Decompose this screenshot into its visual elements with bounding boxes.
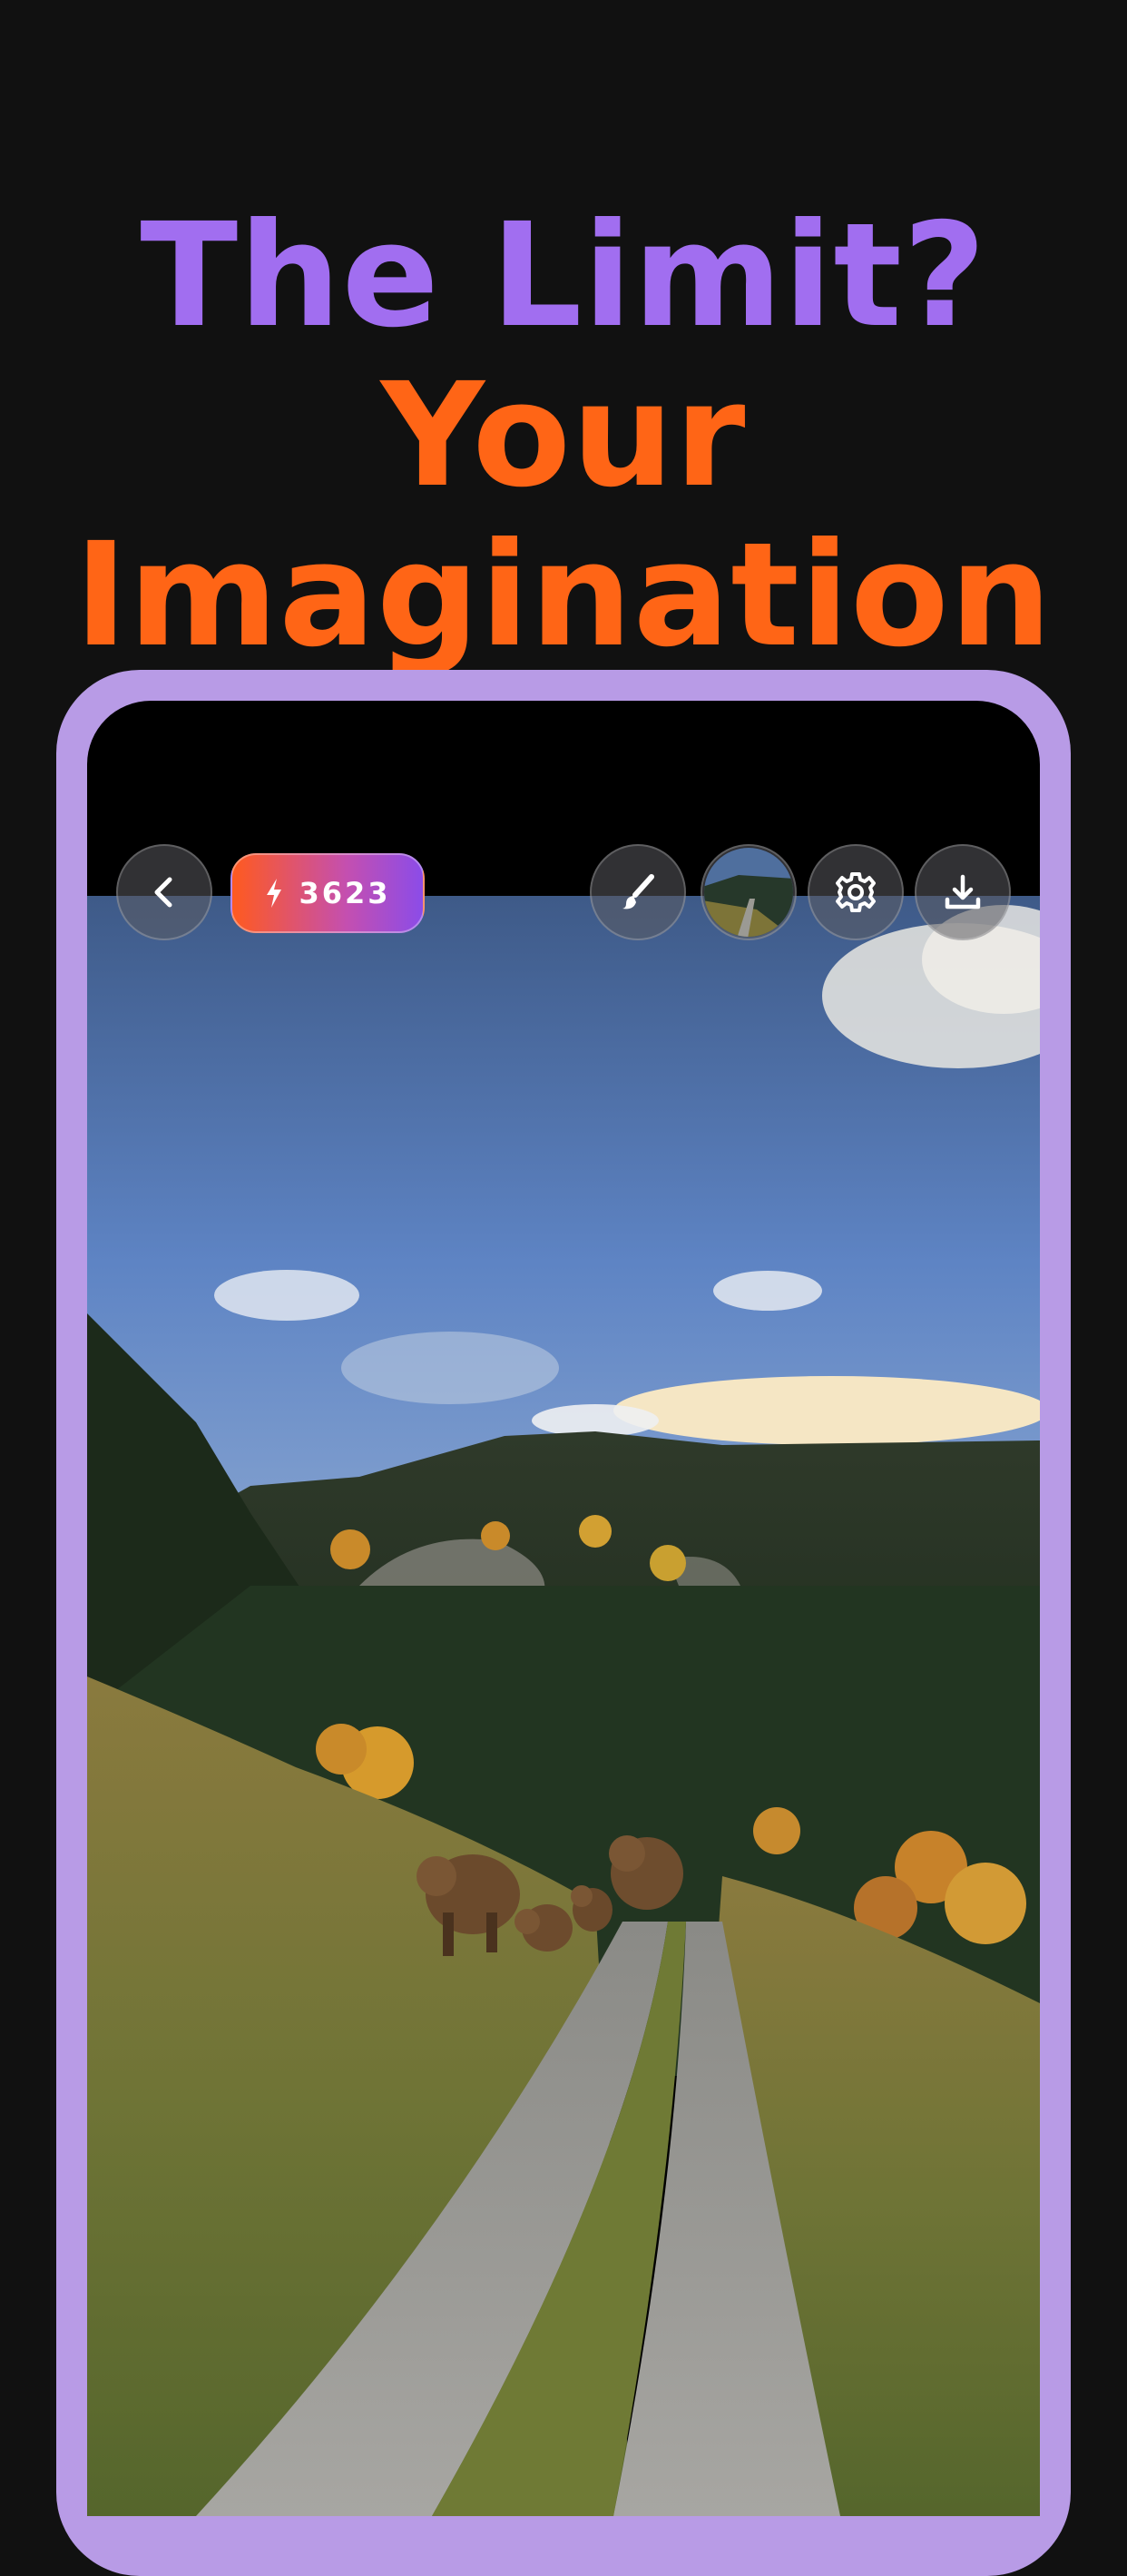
edit-brush-button[interactable] (590, 844, 686, 940)
chevron-left-icon (154, 877, 172, 908)
lightning-icon (267, 879, 282, 908)
brush-icon (622, 874, 654, 909)
download-icon (945, 874, 981, 909)
generated-image (87, 896, 1040, 2516)
download-button[interactable] (915, 844, 1011, 940)
phone-screen (87, 701, 1040, 2516)
headline-line-1: The Limit? (140, 192, 987, 359)
back-button[interactable] (116, 844, 212, 940)
credits-badge[interactable]: 3623 (230, 853, 425, 933)
headline-line-2: Your (380, 351, 747, 519)
image-thumbnail (704, 848, 793, 937)
settings-button[interactable] (808, 844, 904, 940)
headline: The Limit? Your Imagination (0, 196, 1127, 675)
image-thumbnail-button[interactable] (701, 844, 797, 940)
credits-count: 3623 (299, 876, 391, 910)
headline-line-3: Imagination (74, 511, 1054, 679)
gear-icon (836, 872, 876, 912)
